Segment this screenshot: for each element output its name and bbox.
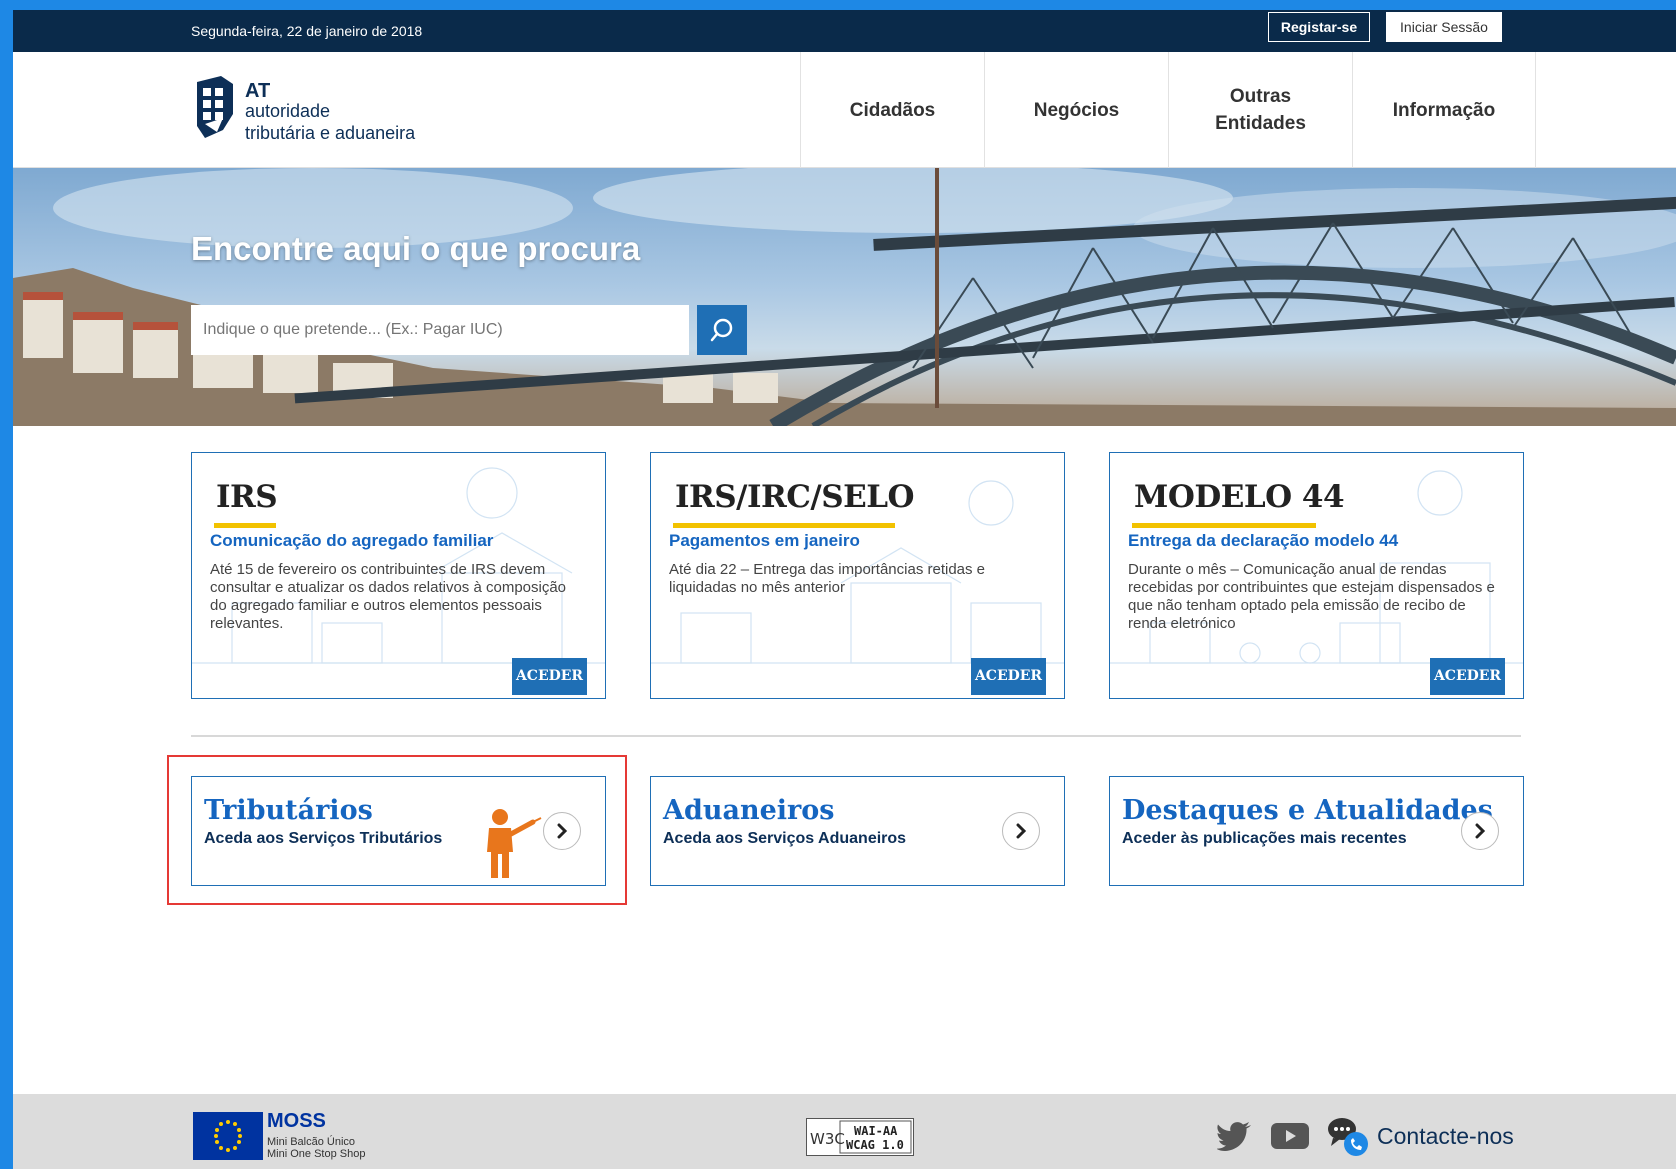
service-title: Aduaneiros: [663, 795, 835, 826]
service-title: Destaques e Atualidades: [1122, 795, 1493, 826]
logo-line2: tributária e aduaneira: [245, 123, 416, 143]
card-subtitle[interactable]: Entrega da declaração modelo 44: [1128, 531, 1398, 551]
arrow-button[interactable]: [543, 812, 581, 850]
card-title: IRS/IRC/SELO: [675, 479, 915, 515]
aceder-button[interactable]: ACEDER: [971, 658, 1046, 695]
current-date: Segunda-feira, 22 de janeiro de 2018: [191, 23, 423, 39]
social-links: Contacte-nos: [1217, 1116, 1514, 1156]
hero-banner: Encontre aqui o que procura: [13, 168, 1676, 426]
bridge-photo: [13, 168, 1676, 426]
search-icon: [710, 318, 733, 342]
chevron-right-icon: [1016, 823, 1027, 839]
moss-title: MOSS: [267, 1110, 326, 1132]
youtube-icon[interactable]: [1271, 1121, 1309, 1151]
site-header: AT autoridade tributária e aduaneira Cid…: [13, 52, 1676, 168]
nav-item-negocios[interactable]: Negócios: [984, 52, 1168, 168]
aceder-button[interactable]: ACEDER: [1430, 658, 1505, 695]
arrow-button[interactable]: [1461, 812, 1499, 850]
service-subtitle: Aceda aos Serviços Aduaneiros: [663, 830, 907, 847]
card-description: Até dia 22 – Entrega das importâncias re…: [669, 561, 986, 596]
wai-line2: WCAG 1.0: [846, 1138, 904, 1152]
card-description: Até 15 de fevereiro os contribuintes de …: [210, 561, 567, 632]
chevron-right-icon: [1475, 823, 1486, 839]
wai-w3c-label: W3C: [810, 1130, 845, 1148]
title-underline: [1132, 523, 1316, 528]
service-aduaneiros[interactable]: Aduaneiros Aceda aos Serviços Aduaneiros: [650, 776, 1065, 886]
moss-logo[interactable]: MOSS Mini Balcão Único Mini One Stop Sho…: [193, 1110, 413, 1162]
info-card-modelo-44: MODELO 44 Entrega da declaração modelo 4…: [1109, 452, 1524, 699]
at-logo[interactable]: AT autoridade tributária e aduaneira: [193, 74, 493, 146]
main-nav: Cidadãos Negócios Outras Entidades Infor…: [800, 52, 1536, 168]
card-subtitle[interactable]: Pagamentos em janeiro: [669, 531, 860, 551]
eu-flag-icon: [193, 1112, 263, 1160]
service-title: Tributários: [204, 795, 373, 826]
search-input[interactable]: [191, 305, 689, 355]
card-subtitle[interactable]: Comunicação do agregado familiar: [210, 531, 493, 551]
at-emblem-icon: [197, 76, 233, 138]
login-button[interactable]: Iniciar Sessão: [1386, 12, 1502, 42]
wcag-badge[interactable]: W3C WAI-AA WCAG 1.0: [806, 1118, 914, 1156]
info-card-irs: IRS Comunicação do agregado familiar Até…: [191, 452, 606, 699]
wai-line1: WAI-AA: [854, 1124, 898, 1138]
site-footer: MOSS Mini Balcão Único Mini One Stop Sho…: [13, 1094, 1676, 1169]
service-destaques[interactable]: Destaques e Atualidades Aceder às public…: [1109, 776, 1524, 886]
contact-link[interactable]: Contacte-nos: [1377, 1123, 1514, 1150]
section-divider: [191, 735, 1521, 737]
presenter-pointer-icon: [487, 809, 542, 878]
hero-title: Encontre aqui o que procura: [191, 230, 641, 267]
info-card-irs-irc-selo: IRS/IRC/SELO Pagamentos em janeiro Até d…: [650, 452, 1065, 699]
logo-line1: autoridade: [245, 101, 331, 121]
service-tributarios[interactable]: Tributários Aceda aos Serviços Tributári…: [191, 776, 606, 886]
chevron-right-icon: [557, 823, 568, 839]
aceder-button[interactable]: ACEDER: [512, 658, 587, 695]
nav-item-cidadaos[interactable]: Cidadãos: [800, 52, 984, 168]
logo-abbr: AT: [245, 80, 271, 102]
top-bar: Segunda-feira, 22 de janeiro de 2018 Reg…: [13, 10, 1676, 52]
card-description: Durante o mês – Comunicação anual de ren…: [1128, 561, 1495, 632]
card-title: IRS: [216, 479, 278, 515]
logo-text: AT autoridade tributária e aduaneira: [245, 80, 416, 144]
register-button[interactable]: Registar-se: [1268, 12, 1370, 42]
search-button[interactable]: [697, 305, 747, 355]
service-subtitle: Aceder às publicações mais recentes: [1122, 830, 1407, 847]
nav-item-informacao[interactable]: Informação: [1352, 52, 1536, 168]
browser-viewport: Segunda-feira, 22 de janeiro de 2018 Reg…: [13, 10, 1676, 1169]
moss-line1: Mini Balcão Único: [267, 1136, 356, 1148]
card-title: MODELO 44: [1134, 479, 1345, 515]
moss-line2: Mini One Stop Shop: [267, 1148, 366, 1160]
title-underline: [673, 523, 895, 528]
nav-item-outras-entidades[interactable]: Outras Entidades: [1168, 52, 1352, 168]
service-subtitle: Aceda aos Serviços Tributários: [204, 830, 443, 847]
arrow-button[interactable]: [1002, 812, 1040, 850]
twitter-icon[interactable]: [1217, 1121, 1253, 1151]
chat-contact-icon[interactable]: [1327, 1116, 1369, 1156]
title-underline: [214, 523, 276, 528]
